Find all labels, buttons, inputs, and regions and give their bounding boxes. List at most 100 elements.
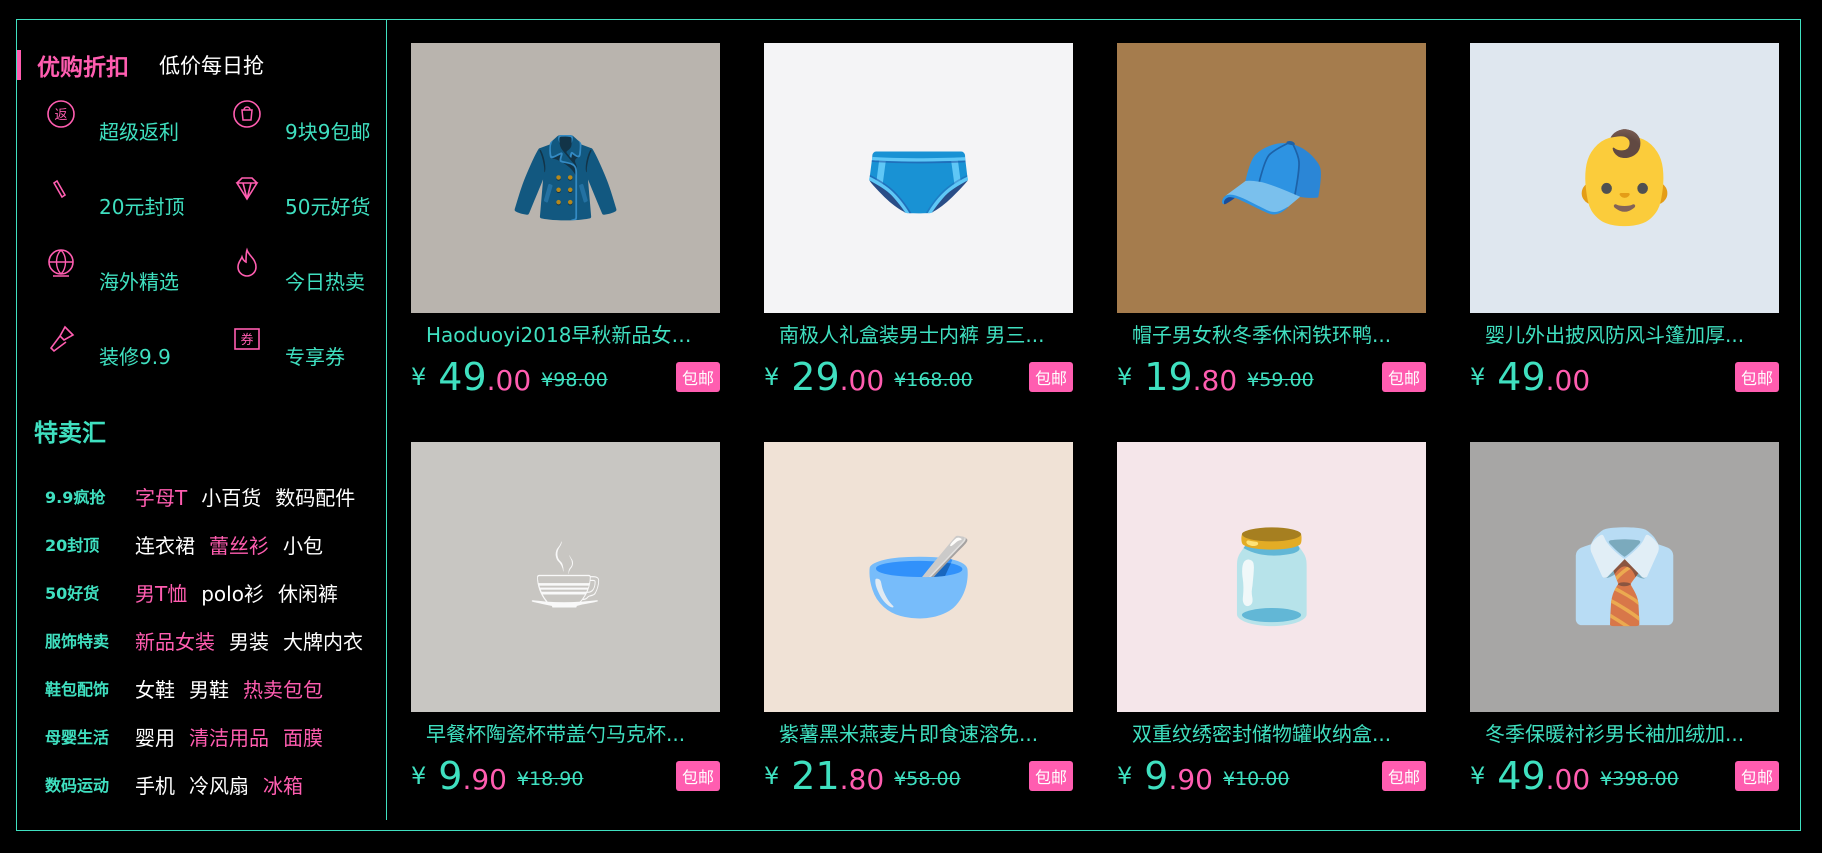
price-integer: 19 — [1144, 355, 1193, 399]
free-shipping-badge: 包邮 — [1381, 761, 1426, 791]
special-row: 服饰特卖 新品女装 男装 大牌内衣 — [45, 616, 377, 664]
special-tag[interactable]: 休闲裤 — [278, 578, 338, 607]
product-title[interactable]: Haoduoyi2018早秋新品女装... — [411, 321, 720, 349]
special-tag[interactable]: 小百货 — [201, 482, 261, 511]
product-photo-glyph: 👶 — [1568, 125, 1681, 231]
special-tag[interactable]: 冷风扇 — [189, 770, 249, 799]
product-card[interactable]: 🧢 帽子男女秋冬季休闲铁环鸭... ¥ 19 .80 ¥59.00 包邮 — [1117, 43, 1426, 410]
product-image[interactable]: 🧥 — [411, 43, 720, 313]
price-row: ¥ 49 .00 包邮 — [1470, 355, 1779, 399]
product-image[interactable]: 🧢 — [1117, 43, 1426, 313]
special-tag[interactable]: 新品女装 — [135, 626, 215, 655]
promo-9-9-free-ship[interactable]: 9块9包邮 — [229, 96, 383, 171]
currency-symbol: ¥ — [1470, 762, 1486, 790]
product-card[interactable]: 🫙 双重纹绣密封储物罐收纳盒... ¥ 9 .90 ¥10.00 包邮 — [1117, 442, 1426, 809]
product-image[interactable]: 👶 — [1470, 43, 1779, 313]
special-tag[interactable]: 婴用 — [135, 722, 175, 751]
special-category[interactable]: 服饰特卖 — [45, 628, 135, 652]
special-sale-list: 9.9疯抢 字母T 小百货 数码配件 20封顶 连衣裙 蕾丝衫 小包 50好货 … — [45, 472, 377, 808]
product-card[interactable]: 🧥 Haoduoyi2018早秋新品女装... ¥ 49 .00 ¥98.00 … — [411, 43, 720, 410]
special-tag[interactable]: 大牌内衣 — [283, 626, 363, 655]
special-category[interactable]: 鞋包配饰 — [45, 676, 135, 700]
sidebar: 优购折扣 低价每日抢 返 超级返利 9块9包邮 20元封顶 50元好货 海外精选… — [17, 20, 387, 820]
product-card[interactable]: 🩲 南极人礼盒装男士内裤 男三... ¥ 29 .00 ¥168.00 包邮 — [764, 43, 1073, 410]
original-price: ¥10.00 — [1223, 768, 1290, 790]
product-title[interactable]: 南极人礼盒装男士内裤 男三... — [764, 321, 1073, 349]
promo-label: 今日热卖 — [285, 270, 365, 294]
special-category[interactable]: 9.9疯抢 — [45, 484, 135, 508]
special-tag[interactable]: 女鞋 — [135, 674, 175, 703]
special-tag[interactable]: 连衣裙 — [135, 530, 195, 559]
price-integer: 9 — [438, 754, 463, 798]
price-integer: 21 — [791, 754, 840, 798]
special-tag[interactable]: 手机 — [135, 770, 175, 799]
special-category[interactable]: 母婴生活 — [45, 724, 135, 748]
product-title[interactable]: 帽子男女秋冬季休闲铁环鸭... — [1117, 321, 1426, 349]
promo-decor[interactable]: 装修9.9 — [43, 321, 229, 396]
free-shipping-badge: 包邮 — [1734, 761, 1779, 791]
original-price: ¥168.00 — [894, 369, 973, 391]
paint-brush-icon — [43, 321, 79, 361]
free-shipping-badge: 包邮 — [1028, 362, 1073, 392]
product-title[interactable]: 双重纹绣密封储物罐收纳盒... — [1117, 720, 1426, 748]
product-title[interactable]: 婴儿外出披风防风斗篷加厚... — [1470, 321, 1779, 349]
special-sale-title[interactable]: 特卖汇 — [34, 413, 106, 448]
product-image[interactable]: 🥣 — [764, 442, 1073, 712]
promo-hot-today[interactable]: 今日热卖 — [229, 246, 383, 321]
special-category[interactable]: 50好货 — [45, 580, 135, 604]
product-grid: 🧥 Haoduoyi2018早秋新品女装... ¥ 49 .00 ¥98.00 … — [411, 43, 1779, 809]
product-image[interactable]: 🫙 — [1117, 442, 1426, 712]
original-price: ¥18.90 — [517, 768, 584, 790]
special-tag[interactable]: polo衫 — [201, 578, 264, 607]
special-category[interactable]: 20封顶 — [45, 532, 135, 556]
promo-20-cap[interactable]: 20元封顶 — [43, 171, 229, 246]
product-photo-glyph: 🫙 — [1215, 524, 1328, 630]
special-tag[interactable]: 清洁用品 — [189, 722, 269, 751]
free-shipping-badge: 包邮 — [1381, 362, 1426, 392]
product-image[interactable]: 🩲 — [764, 43, 1073, 313]
product-title[interactable]: 早餐杯陶瓷杯带盖勺马克杯... — [411, 720, 720, 748]
product-title[interactable]: 紫薯黑米燕麦片即食速溶免... — [764, 720, 1073, 748]
currency-symbol: ¥ — [1470, 363, 1486, 391]
price-row: ¥ 21 .80 ¥58.00 包邮 — [764, 754, 1073, 798]
price-decimal: .80 — [1192, 363, 1238, 397]
promo-rebate[interactable]: 返 超级返利 — [43, 96, 229, 171]
special-row: 母婴生活 婴用 清洁用品 面膜 — [45, 712, 377, 760]
svg-text:券: 券 — [240, 332, 253, 348]
product-title[interactable]: 冬季保暖衬衫男长袖加绒加... — [1470, 720, 1779, 748]
promo-label: 20元封顶 — [99, 195, 185, 219]
special-tag[interactable]: 冰箱 — [263, 770, 303, 799]
header-accent-bar — [17, 50, 21, 80]
special-row: 9.9疯抢 字母T 小百货 数码配件 — [45, 472, 377, 520]
promo-label: 9块9包邮 — [285, 120, 371, 144]
special-tag[interactable]: 男T恤 — [135, 578, 187, 607]
special-tag[interactable]: 数码配件 — [275, 482, 355, 511]
product-card[interactable]: 🥣 紫薯黑米燕麦片即食速溶免... ¥ 21 .80 ¥58.00 包邮 — [764, 442, 1073, 809]
special-tag[interactable]: 男鞋 — [189, 674, 229, 703]
special-row: 数码运动 手机 冷风扇 冰箱 — [45, 760, 377, 808]
promo-coupon[interactable]: 券 专享券 — [229, 321, 383, 396]
special-row: 20封顶 连衣裙 蕾丝衫 小包 — [45, 520, 377, 568]
special-tag[interactable]: 字母T — [135, 482, 187, 511]
price-row: ¥ 19 .80 ¥59.00 包邮 — [1117, 355, 1426, 399]
discount-subtitle[interactable]: 低价每日抢 — [159, 50, 264, 80]
product-image[interactable]: 👔 — [1470, 442, 1779, 712]
currency-symbol: ¥ — [764, 363, 780, 391]
product-image[interactable]: ☕ — [411, 442, 720, 712]
promo-overseas[interactable]: 海外精选 — [43, 246, 229, 321]
special-tag[interactable]: 蕾丝衫 — [209, 530, 269, 559]
product-card[interactable]: 👶 婴儿外出披风防风斗篷加厚... ¥ 49 .00 包邮 — [1470, 43, 1779, 410]
special-tag[interactable]: 男装 — [229, 626, 269, 655]
special-tag[interactable]: 小包 — [283, 530, 323, 559]
special-tag[interactable]: 面膜 — [283, 722, 323, 751]
product-card[interactable]: 👔 冬季保暖衬衫男长袖加绒加... ¥ 49 .00 ¥398.00 包邮 — [1470, 442, 1779, 809]
discount-title[interactable]: 优购折扣 — [37, 48, 129, 82]
product-card[interactable]: ☕ 早餐杯陶瓷杯带盖勺马克杯... ¥ 9 .90 ¥18.90 包邮 — [411, 442, 720, 809]
pencil-icon — [43, 171, 79, 211]
original-price: ¥98.00 — [541, 369, 608, 391]
promo-label: 50元好货 — [285, 195, 371, 219]
currency-symbol: ¥ — [411, 762, 427, 790]
special-category[interactable]: 数码运动 — [45, 772, 135, 796]
special-tag[interactable]: 热卖包包 — [243, 674, 323, 703]
promo-50-goods[interactable]: 50元好货 — [229, 171, 383, 246]
